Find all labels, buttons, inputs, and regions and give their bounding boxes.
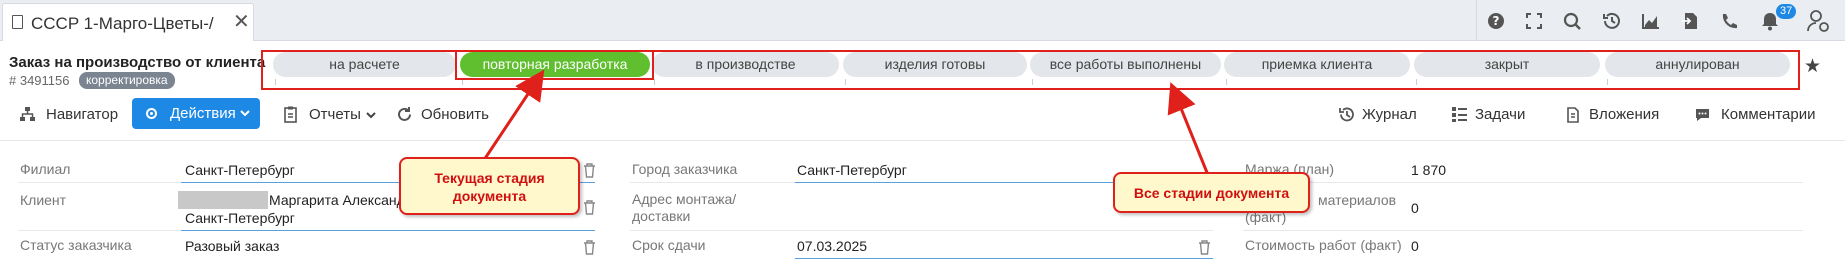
current-stage-arrow [482, 69, 545, 161]
callout-text-line1: Текущая стадия [434, 170, 545, 186]
callout-text: Все стадии документа [1133, 185, 1290, 201]
all-stages-callout: Все стадии документа [1113, 172, 1310, 213]
annotation-arrows [482, 69, 1210, 176]
current-stage-callout: Текущая стадия документа [399, 157, 580, 215]
callout-text-line2: документа [452, 188, 527, 204]
all-stages-arrow [1167, 82, 1210, 176]
